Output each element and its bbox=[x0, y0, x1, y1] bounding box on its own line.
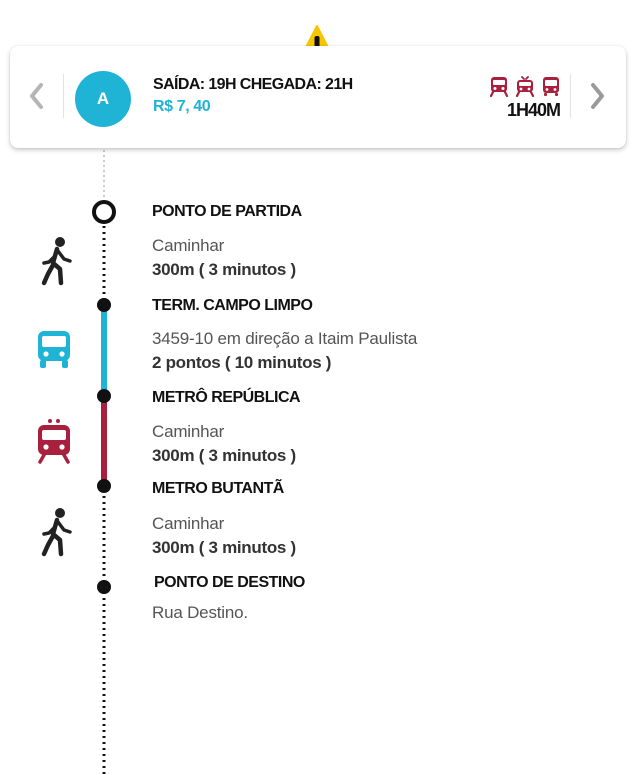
stop-marker bbox=[97, 479, 111, 493]
route-details-page: A SAÍDA: 19H CHEGADA: 21H R$ 7, 40 1H40M… bbox=[0, 0, 640, 778]
chevron-left-icon bbox=[30, 83, 43, 109]
segment-detail: 300m ( 3 minutos ) bbox=[152, 446, 296, 465]
bus-icon bbox=[38, 331, 70, 368]
destination-address: Rua Destino. bbox=[152, 603, 248, 622]
segment-instruction: Caminhar bbox=[152, 422, 225, 441]
segment-instruction: Caminhar bbox=[152, 236, 225, 255]
train-icon bbox=[38, 419, 70, 464]
segment-instruction: Caminhar bbox=[152, 514, 225, 533]
trip-duration: 1H40M bbox=[506, 100, 561, 120]
divider bbox=[570, 74, 571, 118]
stop-marker bbox=[97, 389, 111, 403]
tram-icon bbox=[515, 76, 535, 97]
departure-arrival-times: SAÍDA: 19H CHEGADA: 21H bbox=[153, 76, 353, 93]
segment-detail: 2 pontos ( 10 minutos ) bbox=[152, 353, 332, 372]
train-icon bbox=[489, 77, 509, 97]
segment-instruction: 3459-10 em direção a Itaim Paulista bbox=[152, 329, 418, 348]
previous-option-button[interactable] bbox=[16, 74, 56, 118]
stop-title: METRÔ REPÚBLICA bbox=[152, 389, 301, 406]
next-option-button[interactable] bbox=[578, 74, 618, 118]
stop-marker-destination bbox=[97, 580, 111, 594]
segment-detail: 300m ( 3 minutos ) bbox=[152, 260, 296, 279]
fare-price: R$ 7, 40 bbox=[153, 98, 211, 115]
transport-modes bbox=[489, 76, 561, 97]
stop-destination-title: PONTO DE DESTINO bbox=[154, 574, 305, 591]
stop-title: METRO BUTANTÃ bbox=[152, 480, 284, 497]
bus-icon bbox=[543, 77, 559, 96]
stop-marker bbox=[97, 298, 111, 312]
segment-detail: 300m ( 3 minutos ) bbox=[152, 538, 296, 557]
stop-marker-origin bbox=[92, 200, 116, 224]
walk-icon bbox=[41, 237, 72, 286]
stop-origin-title: PONTO DE PARTIDA bbox=[152, 203, 302, 220]
divider bbox=[63, 74, 64, 118]
walk-icon bbox=[41, 508, 72, 557]
option-badge: A bbox=[75, 71, 131, 127]
chevron-right-icon bbox=[591, 83, 604, 109]
route-option-card[interactable]: A SAÍDA: 19H CHEGADA: 21H R$ 7, 40 1H40M bbox=[10, 46, 626, 148]
stop-title: TERM. CAMPO LIMPO bbox=[152, 297, 313, 314]
